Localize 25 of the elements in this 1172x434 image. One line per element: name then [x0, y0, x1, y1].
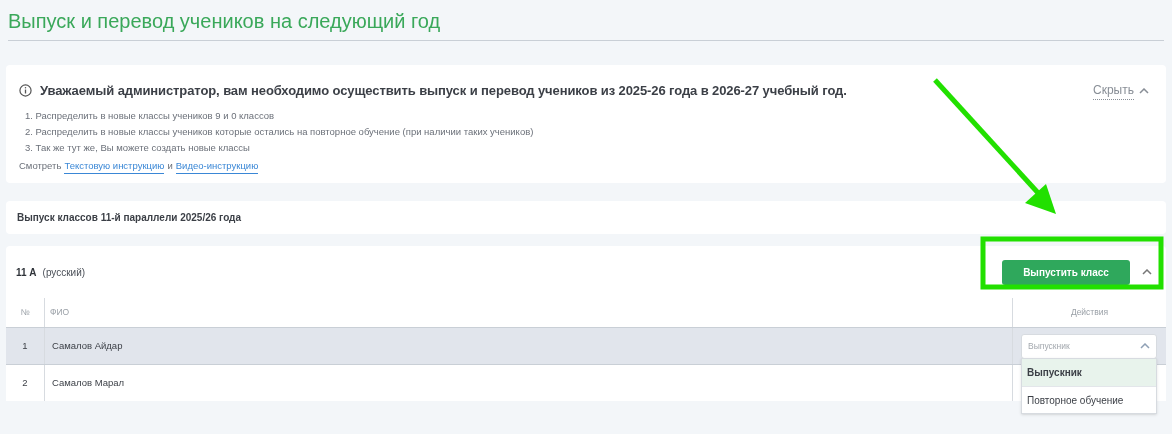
collapse-icon[interactable]	[1142, 269, 1152, 275]
caret-icon[interactable]	[1140, 343, 1150, 349]
page-title: Выпуск и перевод учеников на следующий год	[8, 9, 442, 34]
table-cell: Самалов Марал	[44, 365, 1012, 401]
instruction-step: 2. Распределить в новые классы учеников которые остались на повторное обучение (при наличии таких учеников)	[25, 124, 1153, 138]
release-button[interactable]: Выпустить класс	[1002, 259, 1130, 285]
instruction-step: 3. Так же тут же, Вы можете создать новые классы	[25, 140, 1153, 154]
section-title: Выпуск классов 11-й параллели 2025/26 года	[17, 211, 241, 225]
instruction-link[interactable]: Видео-инструкцию	[175, 158, 259, 174]
action-dropdown[interactable]: Выпускник	[1021, 333, 1157, 359]
dropdown-option[interactable]: Повторное обучение	[1022, 386, 1156, 413]
class-language: (русский)	[42, 265, 86, 280]
table-cell-text: 2	[21, 375, 29, 390]
hide-link[interactable]: Скрыть	[1093, 81, 1149, 101]
class-name: 11 А	[16, 265, 37, 280]
info-icon	[19, 84, 32, 98]
table-cell-text: 1	[21, 338, 29, 353]
see-label: Смотреть	[19, 158, 62, 173]
caret-icon[interactable]	[1139, 87, 1149, 94]
instruction-link[interactable]: Текстовую инструкцию	[64, 158, 165, 174]
instruction-step: 1. Распределить в новые классы учеников 9 и 0 классов	[25, 108, 1153, 122]
dropdown-option[interactable]: Выпускник	[1022, 359, 1156, 386]
column-header: №	[19, 306, 31, 319]
and-label: и	[167, 158, 173, 173]
notice-title: Уважаемый администратор, вам необходимо осуществить выпуск и перевод учеников из 2025-26 года в 2026-27 учебный год.	[40, 82, 847, 100]
